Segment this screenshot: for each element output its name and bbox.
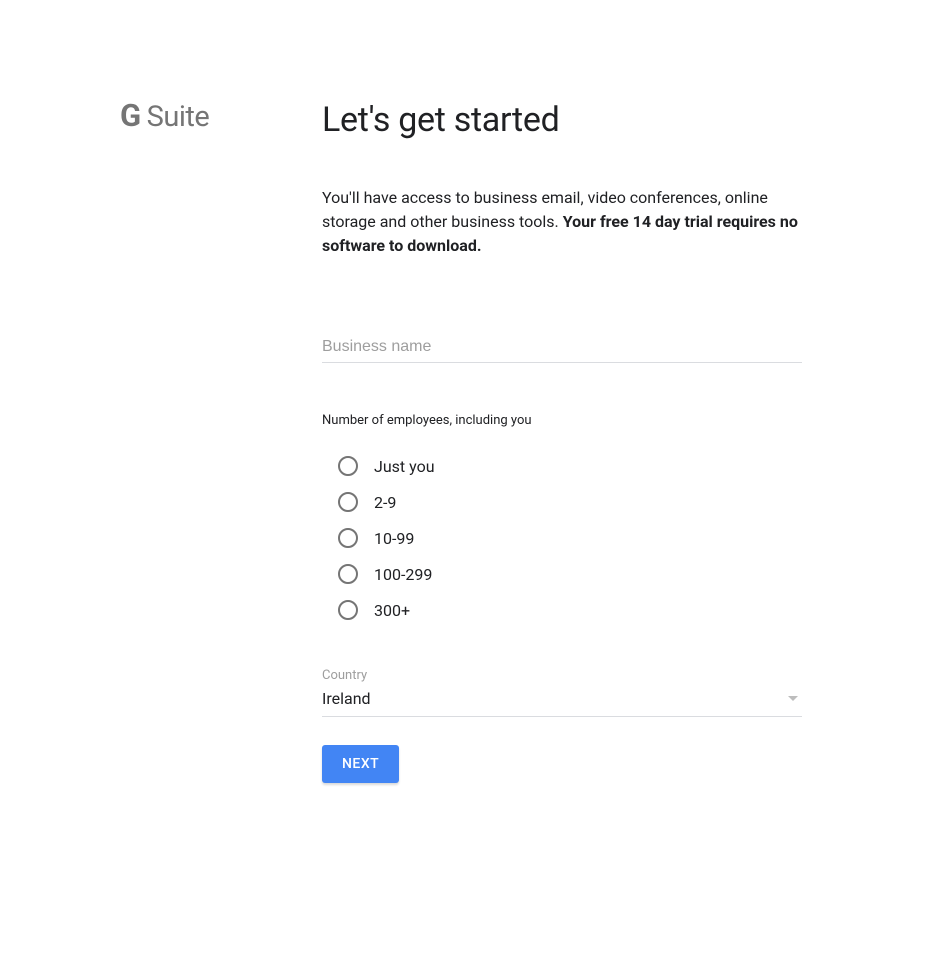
employees-radio-group: Just you 2-9 10-99 100-299 300+ <box>322 456 802 620</box>
radio-label: 300+ <box>374 601 410 620</box>
country-label: Country <box>322 668 802 683</box>
radio-option-100-299[interactable]: 100-299 <box>338 564 802 584</box>
logo-g: G <box>120 100 141 131</box>
radio-option-just-you[interactable]: Just you <box>338 456 802 476</box>
logo-suite: Suite <box>147 103 210 132</box>
next-button[interactable]: NEXT <box>322 745 399 783</box>
radio-icon <box>338 456 358 476</box>
country-select[interactable]: Ireland <box>322 689 802 717</box>
employees-label: Number of employees, including you <box>322 413 802 428</box>
radio-icon <box>338 492 358 512</box>
country-value: Ireland <box>322 689 371 708</box>
radio-option-300-plus[interactable]: 300+ <box>338 600 802 620</box>
radio-option-10-99[interactable]: 10-99 <box>338 528 802 548</box>
radio-icon <box>338 528 358 548</box>
radio-icon <box>338 600 358 620</box>
business-name-input[interactable] <box>322 338 802 356</box>
chevron-down-icon <box>788 696 798 701</box>
radio-icon <box>338 564 358 584</box>
page-title: Let's get started <box>322 100 802 140</box>
gsuite-logo: G Suite <box>120 100 322 132</box>
radio-label: 2-9 <box>374 493 396 512</box>
radio-label: Just you <box>374 457 435 476</box>
description-text: You'll have access to business email, vi… <box>322 186 802 258</box>
radio-option-2-9[interactable]: 2-9 <box>338 492 802 512</box>
radio-label: 10-99 <box>374 529 414 548</box>
business-name-field-wrap <box>322 336 802 363</box>
radio-label: 100-299 <box>374 565 432 584</box>
